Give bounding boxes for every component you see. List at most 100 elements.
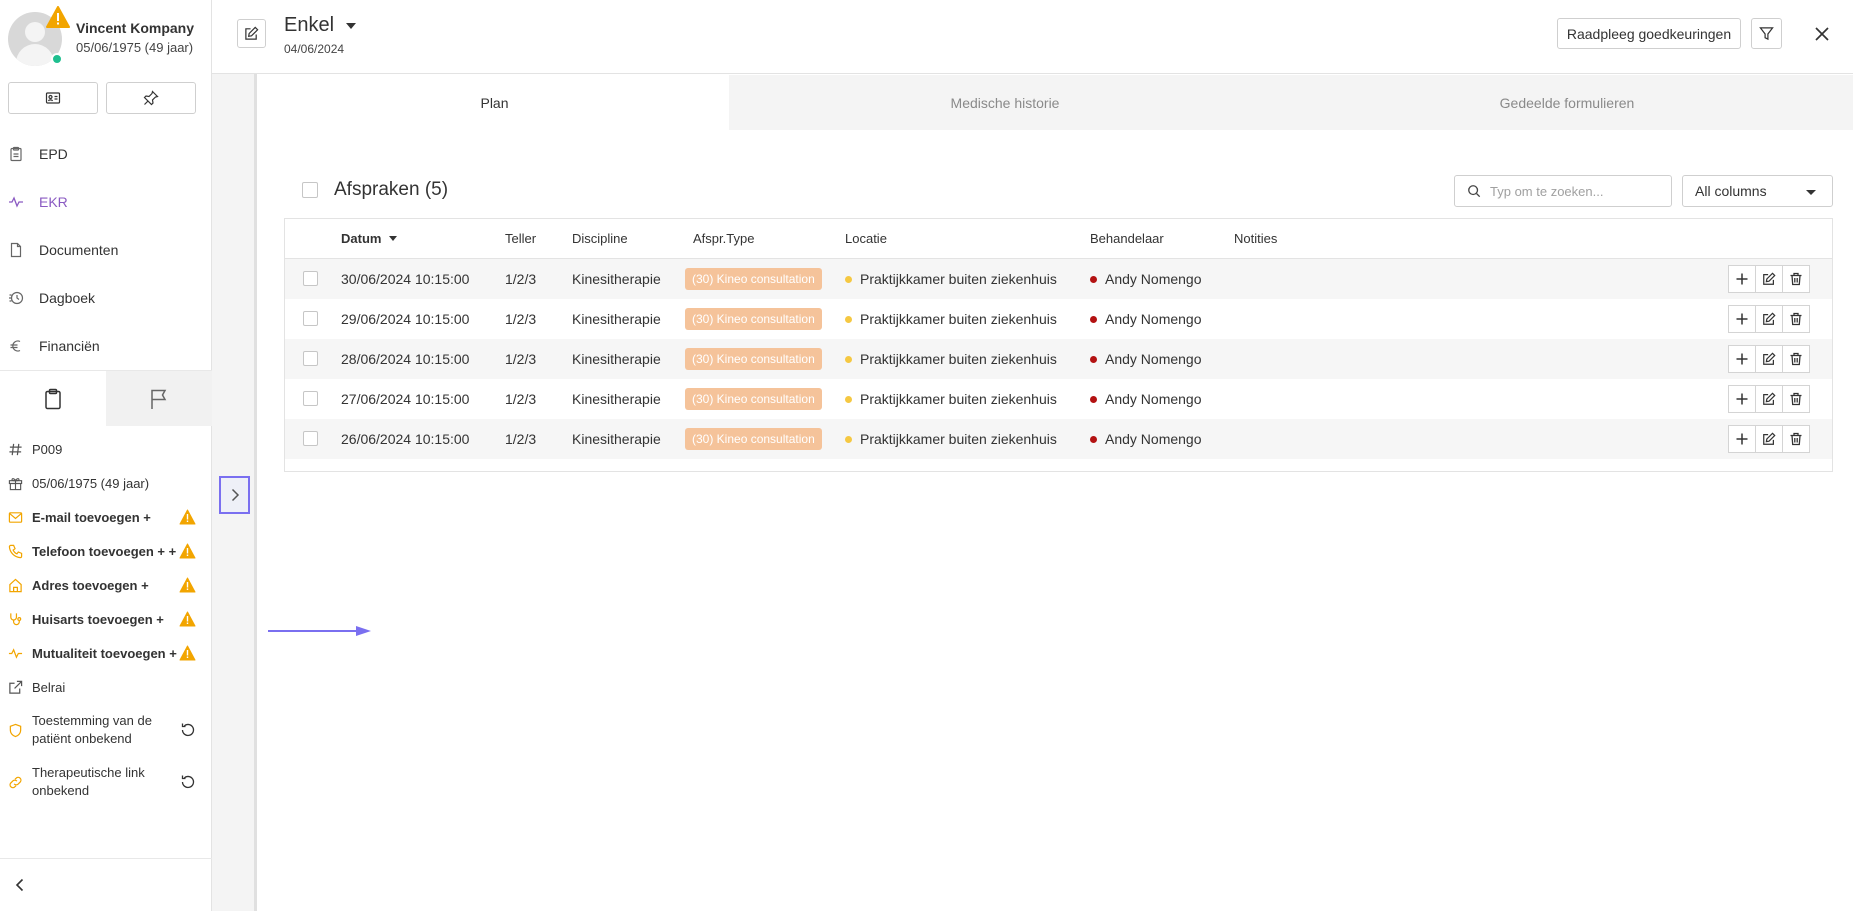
expand-panel-button[interactable] — [219, 476, 250, 514]
cell-behandelaar: Andy Nomengo — [1090, 419, 1202, 459]
gift-icon — [8, 477, 23, 490]
table-row[interactable]: 29/06/2024 10:15:00 1/2/3 Kinesitherapie… — [285, 299, 1832, 339]
hash-icon — [9, 443, 22, 455]
nav-item-financien[interactable]: Financiën — [0, 322, 212, 370]
tab-flags[interactable] — [106, 371, 212, 426]
cell-discipline: Kinesitherapie — [572, 431, 661, 447]
column-header-afspr-type[interactable]: Afspr.Type — [693, 219, 754, 258]
patient-info-list: P009 05/06/1975 (49 jaar) E-mail toevoeg… — [0, 432, 212, 808]
link-icon — [9, 776, 22, 788]
table-row[interactable]: 27/06/2024 10:15:00 1/2/3 Kinesitherapie… — [285, 379, 1832, 419]
column-header-locatie[interactable]: Locatie — [845, 219, 887, 258]
table-row[interactable]: 30/06/2024 10:15:00 1/2/3 Kinesitherapie… — [285, 259, 1832, 299]
edit-button[interactable] — [1755, 425, 1783, 453]
edit-button[interactable] — [1755, 305, 1783, 333]
add-button[interactable] — [1728, 345, 1756, 373]
chevron-left-icon — [15, 878, 24, 892]
add-gp-link[interactable]: Huisarts toevoegen + — [0, 602, 212, 636]
cell-afspr-type: (30) Kineo consultation — [685, 339, 822, 379]
select-all-checkbox[interactable] — [302, 182, 318, 198]
cell-afspr-type: (30) Kineo consultation — [685, 379, 822, 419]
patient-id-card-button[interactable] — [8, 82, 98, 114]
add-email-link[interactable]: E-mail toevoegen + — [0, 500, 212, 534]
delete-button[interactable] — [1782, 385, 1810, 413]
cell-afspr-type: (30) Kineo consultation — [685, 419, 822, 459]
mail-icon — [8, 511, 23, 523]
tab-shared-forms[interactable]: Gedeelde formulieren — [1281, 75, 1853, 130]
refresh-icon[interactable] — [180, 774, 196, 790]
delete-button[interactable] — [1782, 345, 1810, 373]
add-button[interactable] — [1728, 425, 1756, 453]
column-header-behandelaar[interactable]: Behandelaar — [1090, 219, 1164, 258]
row-checkbox[interactable] — [303, 271, 318, 286]
euro-icon — [10, 340, 21, 352]
delete-button[interactable] — [1782, 265, 1810, 293]
close-icon — [1815, 27, 1829, 41]
search-icon — [1468, 185, 1481, 198]
tab-plan[interactable]: Plan — [260, 75, 729, 130]
table-row[interactable]: 28/06/2024 10:15:00 1/2/3 Kinesitherapie… — [285, 339, 1832, 379]
refresh-icon[interactable] — [180, 722, 196, 738]
edit-button[interactable] — [1755, 345, 1783, 373]
delete-button[interactable] — [1782, 305, 1810, 333]
nav-item-label: Documenten — [39, 242, 119, 258]
practitioner-dot — [1090, 315, 1097, 323]
column-header-discipline[interactable]: Discipline — [572, 219, 628, 258]
row-checkbox[interactable] — [303, 431, 318, 446]
row-checkbox[interactable] — [303, 391, 318, 406]
nav-item-label: Financiën — [39, 338, 100, 354]
add-phone-link[interactable]: Telefoon toevoegen + + — [0, 534, 212, 568]
nav-item-dagboek[interactable]: Dagboek — [0, 274, 212, 322]
info-patient-id: P009 — [0, 432, 212, 466]
column-header-datum[interactable]: Datum — [341, 219, 398, 258]
sidebar-tabs — [0, 370, 212, 426]
practitioner-dot — [1090, 435, 1097, 443]
tab-medical-history[interactable]: Medische historie — [729, 75, 1281, 130]
add-address-link[interactable]: Adres toevoegen + — [0, 568, 212, 602]
location-dot — [845, 395, 852, 403]
filter-button[interactable] — [1751, 18, 1782, 49]
table-title: Afspraken (5) — [334, 179, 449, 200]
warning-icon — [179, 645, 196, 661]
patient-card[interactable]: Vincent Kompany 05/06/1975 (49 jaar) — [8, 6, 208, 68]
delete-button[interactable] — [1782, 425, 1810, 453]
add-button[interactable] — [1728, 265, 1756, 293]
column-header-teller[interactable]: Teller — [505, 219, 536, 258]
cell-datum: 30/06/2024 10:15:00 — [341, 271, 470, 287]
close-button[interactable] — [1810, 22, 1834, 46]
column-header-notities[interactable]: Notities — [1234, 219, 1277, 258]
cell-datum: 28/06/2024 10:15:00 — [341, 351, 470, 367]
belrai-link[interactable]: Belrai — [0, 670, 212, 704]
patient-sidebar: Vincent Kompany 05/06/1975 (49 jaar) EPD… — [0, 0, 212, 911]
nav-item-documenten[interactable]: Documenten — [0, 226, 212, 274]
table-row[interactable]: 26/06/2024 10:15:00 1/2/3 Kinesitherapie… — [285, 419, 1832, 459]
edit-button[interactable] — [1755, 265, 1783, 293]
location-dot — [845, 435, 852, 443]
add-button[interactable] — [1728, 385, 1756, 413]
nav-item-epd[interactable]: EPD — [0, 130, 212, 178]
pin-button[interactable] — [106, 82, 196, 114]
add-button[interactable] — [1728, 305, 1756, 333]
edit-title-button[interactable] — [237, 19, 266, 48]
row-checkbox[interactable] — [303, 351, 318, 366]
warning-icon — [179, 543, 196, 559]
location-dot — [845, 275, 852, 283]
warning-icon — [46, 6, 70, 28]
column-filter-select[interactable]: All columns — [1682, 175, 1833, 207]
nav-item-ekr[interactable]: EKR — [0, 178, 212, 226]
nav-item-label: EKR — [39, 194, 68, 210]
search-input[interactable] — [1490, 183, 1660, 199]
row-checkbox[interactable] — [303, 311, 318, 326]
edit-button[interactable] — [1755, 385, 1783, 413]
collapse-sidebar-button[interactable] — [0, 858, 212, 911]
add-mutuality-link[interactable]: Mutualiteit toevoegen + — [0, 636, 212, 670]
view-approvals-button[interactable]: Raadpleeg goedkeuringen — [1557, 18, 1741, 49]
table-header: Datum Teller Discipline Afspr.Type Locat… — [285, 219, 1832, 259]
tab-patient-info[interactable] — [0, 371, 106, 426]
row-actions — [1728, 265, 1810, 293]
external-link-icon — [9, 680, 23, 694]
episode-title-dropdown[interactable]: Enkel — [284, 14, 357, 37]
table-body: 30/06/2024 10:15:00 1/2/3 Kinesitherapie… — [285, 259, 1832, 459]
plus-icon — [1736, 273, 1748, 285]
plus-icon — [1736, 433, 1748, 445]
